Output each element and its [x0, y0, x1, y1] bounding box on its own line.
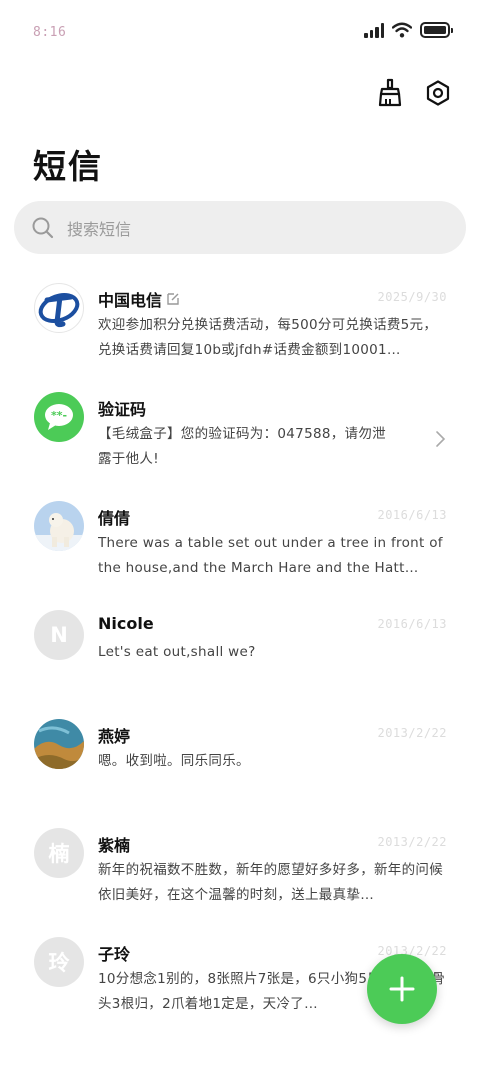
conversation-name-text: 中国电信: [98, 291, 163, 310]
svg-text:**-: **-: [51, 409, 67, 422]
avatar: 楠: [34, 828, 84, 878]
landscape-photo-icon: [34, 719, 84, 769]
conversation-date: 2013/2/22: [377, 835, 447, 849]
avatar: 玲: [34, 937, 84, 987]
status-time: 8:16: [33, 25, 67, 40]
avatar: N: [34, 610, 84, 660]
signal-icon: [364, 22, 384, 38]
conversation-item[interactable]: 中国电信 2025/9/30 欢迎参加积分兑换话费活动，每500分可兑换话费5元…: [0, 271, 480, 380]
search-bar[interactable]: 搜索短信: [14, 201, 466, 254]
conversation-item[interactable]: **- 验证码 【毛绒盒子】您的验证码为：047588，请勿泄露于他人!: [0, 380, 480, 489]
settings-icon: [426, 80, 450, 106]
china-telecom-logo-icon: [38, 292, 80, 328]
conversation-name: Nicole: [98, 614, 154, 633]
search-icon: [32, 217, 54, 238]
settings-button[interactable]: [422, 77, 454, 109]
conversation-name: 子玲: [98, 945, 131, 964]
wifi-icon: [392, 22, 412, 38]
conversation-preview: 欢迎参加积分兑换话费活动，每500分可兑换话费5元，兑换话费请回复10b或jfd…: [98, 317, 438, 358]
conversation-date: 2013/2/22: [377, 726, 447, 740]
conversation-preview: There was a table set out under a tree i…: [98, 535, 443, 576]
status-bar: 8:16: [0, 0, 480, 66]
search-placeholder: 搜索短信: [67, 219, 132, 239]
page-title: 短信: [33, 147, 103, 186]
conversation-preview: 嗯。收到啦。同乐同乐。: [98, 753, 250, 769]
conversation-date: 2025/9/30: [377, 290, 447, 304]
avatar: [34, 283, 84, 333]
conversation-name: 验证码: [98, 400, 147, 419]
conversation-name: 中国电信: [98, 287, 180, 311]
chevron-right-icon: [436, 431, 446, 447]
conversation-item[interactable]: N Nicole 2016/6/13 Let's eat out,shall w…: [0, 598, 480, 707]
message-bubble-icon: **-: [45, 404, 73, 430]
conversation-name: 燕婷: [98, 727, 131, 746]
plus-icon: [389, 976, 415, 1002]
status-icons: [364, 22, 453, 38]
avatar: **-: [34, 392, 84, 442]
avatar: [34, 719, 84, 769]
conversation-item[interactable]: 倩倩 2016/6/13 There was a table set out u…: [0, 489, 480, 598]
broom-icon: [378, 78, 402, 107]
conversation-item[interactable]: 楠 紫楠 2013/2/22 新年的祝福数不胜数，新年的愿望好多好多，新年的问候…: [0, 816, 480, 925]
conversation-item[interactable]: 燕婷 2013/2/22 嗯。收到啦。同乐同乐。: [0, 707, 480, 816]
edit-icon: [167, 293, 179, 305]
avatar: [34, 501, 84, 551]
conversation-preview: 【毛绒盒子】您的验证码为：047588，请勿泄露于他人!: [98, 426, 386, 467]
conversation-date: 2016/6/13: [377, 508, 447, 522]
clean-button[interactable]: [374, 77, 406, 109]
battery-icon: [420, 22, 453, 38]
new-message-button[interactable]: [367, 954, 437, 1024]
conversation-list: 中国电信 2025/9/30 欢迎参加积分兑换话费活动，每500分可兑换话费5元…: [0, 271, 480, 1034]
polar-bear-photo-icon: [34, 501, 84, 551]
conversation-name: 紫楠: [98, 836, 131, 855]
conversation-preview: 新年的祝福数不胜数，新年的愿望好多好多，新年的问候依旧美好，在这个温馨的时刻，送…: [98, 862, 443, 903]
conversation-date: 2016/6/13: [377, 617, 447, 631]
conversation-preview: Let's eat out,shall we?: [98, 644, 256, 660]
top-actions: [374, 77, 454, 109]
conversation-name: 倩倩: [98, 509, 131, 528]
